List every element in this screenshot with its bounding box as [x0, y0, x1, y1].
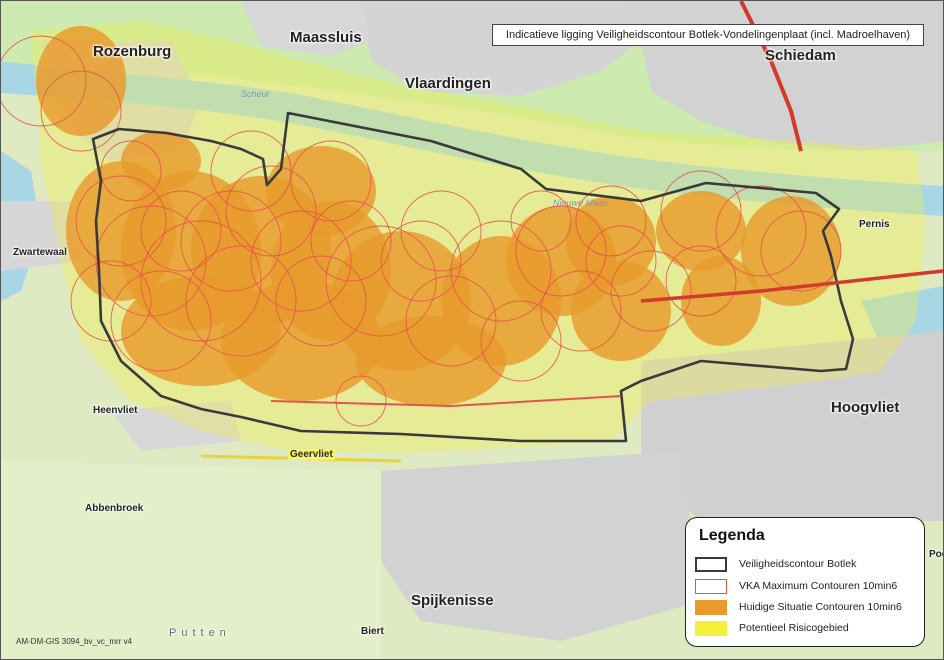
label-vlaardingen: Vlaardingen	[405, 75, 491, 92]
label-putten: Putten	[169, 627, 231, 639]
legend-label: Huidige Situatie Contouren 10min6	[739, 601, 902, 613]
label-geervliet: Geervliet	[288, 449, 335, 460]
huidige-contour-blob	[681, 256, 761, 346]
label-hoogvliet: Hoogvliet	[831, 399, 900, 416]
label-zwartewaal: Zwartewaal	[13, 247, 67, 258]
legend-label: Potentieel Risicogebied	[739, 622, 849, 634]
legend-swatch-risico	[695, 620, 727, 636]
legend-item-risico: Potentieel Risicogebied	[695, 619, 849, 637]
legend: Legenda Veiligheidscontour Botlek VKA Ma…	[685, 517, 925, 647]
map-title: Indicatieve ligging Veiligheidscontour B…	[492, 24, 924, 46]
map-canvas[interactable]: Rozenburg Maassluis Vlaardingen Schiedam…	[0, 0, 944, 660]
legend-item-vka: VKA Maximum Contouren 10min6	[695, 577, 897, 595]
label-spijkenisse: Spijkenisse	[411, 592, 494, 609]
label-maassluis: Maassluis	[290, 29, 362, 46]
legend-label: VKA Maximum Contouren 10min6	[739, 580, 898, 592]
legend-item-contour: Veiligheidscontour Botlek	[695, 555, 856, 573]
label-nieuwe-maas: Nieuwe Maas	[553, 198, 608, 208]
legend-item-huidige: Huidige Situatie Contouren 10min6	[695, 598, 902, 616]
label-scheur: Scheur	[241, 89, 270, 99]
legend-swatch-huidige	[695, 599, 727, 615]
legend-swatch-vka	[695, 578, 727, 594]
label-schiedam: Schiedam	[765, 47, 836, 64]
huidige-contour-blob	[121, 131, 201, 191]
map-code: AM-DM-GIS 3094_bv_vc_mrr v4	[16, 637, 133, 646]
label-pernis: Pernis	[859, 219, 890, 230]
label-rozenburg: Rozenburg	[93, 43, 172, 60]
label-poo: Poo	[929, 549, 943, 560]
legend-title: Legenda	[699, 527, 765, 544]
label-abbenbroek: Abbenbroek	[85, 503, 144, 514]
label-biert: Biert	[361, 626, 384, 637]
legend-label: Veiligheidscontour Botlek	[739, 558, 857, 570]
label-heenvliet: Heenvliet	[93, 405, 138, 416]
spijkenisse-urban	[381, 451, 701, 641]
legend-swatch-contour	[695, 556, 727, 572]
